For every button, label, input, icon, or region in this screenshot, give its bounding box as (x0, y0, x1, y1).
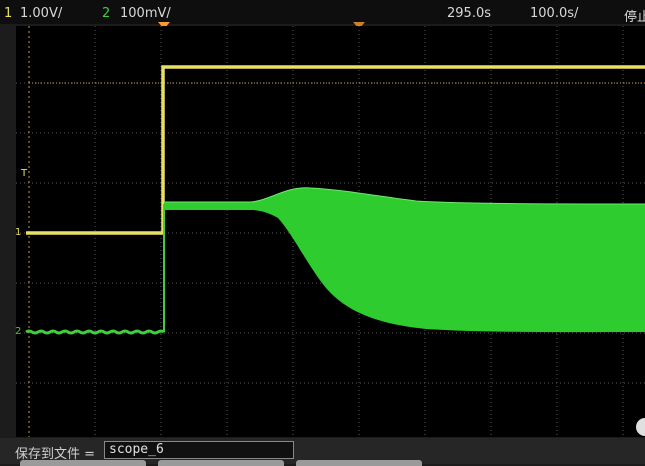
ch2-trace-before (25, 329, 165, 335)
trigger-level-marker[interactable]: T (21, 168, 27, 179)
status-bar: 1 1.00V/ 2 100mV/ 295.0s 100.0s/ 停止 (0, 0, 645, 25)
waveform-svg (16, 26, 645, 437)
waveform-display[interactable]: T 1 2 (15, 26, 645, 437)
ch2-number[interactable]: 2 (102, 6, 110, 21)
run-state[interactable]: 停止 (624, 6, 645, 25)
ch2-envelope (164, 187, 645, 333)
ch2-ground-marker[interactable]: 2 (15, 327, 21, 337)
filename-input[interactable]: scope_6 (104, 441, 294, 459)
ch1-number[interactable]: 1 (4, 6, 12, 21)
ch2-scale[interactable]: 100mV/ (120, 6, 171, 21)
softkey-1[interactable] (20, 460, 146, 466)
time-delay[interactable]: 295.0s (447, 6, 491, 21)
softkey-3[interactable] (296, 460, 422, 466)
save-row: 保存到文件 = scope_6 (0, 438, 645, 466)
ch1-scale[interactable]: 1.00V/ (20, 6, 62, 21)
softkey-2[interactable] (158, 460, 284, 466)
ch1-ground-marker[interactable]: 1 (15, 228, 21, 238)
time-scale[interactable]: 100.0s/ (530, 6, 578, 21)
